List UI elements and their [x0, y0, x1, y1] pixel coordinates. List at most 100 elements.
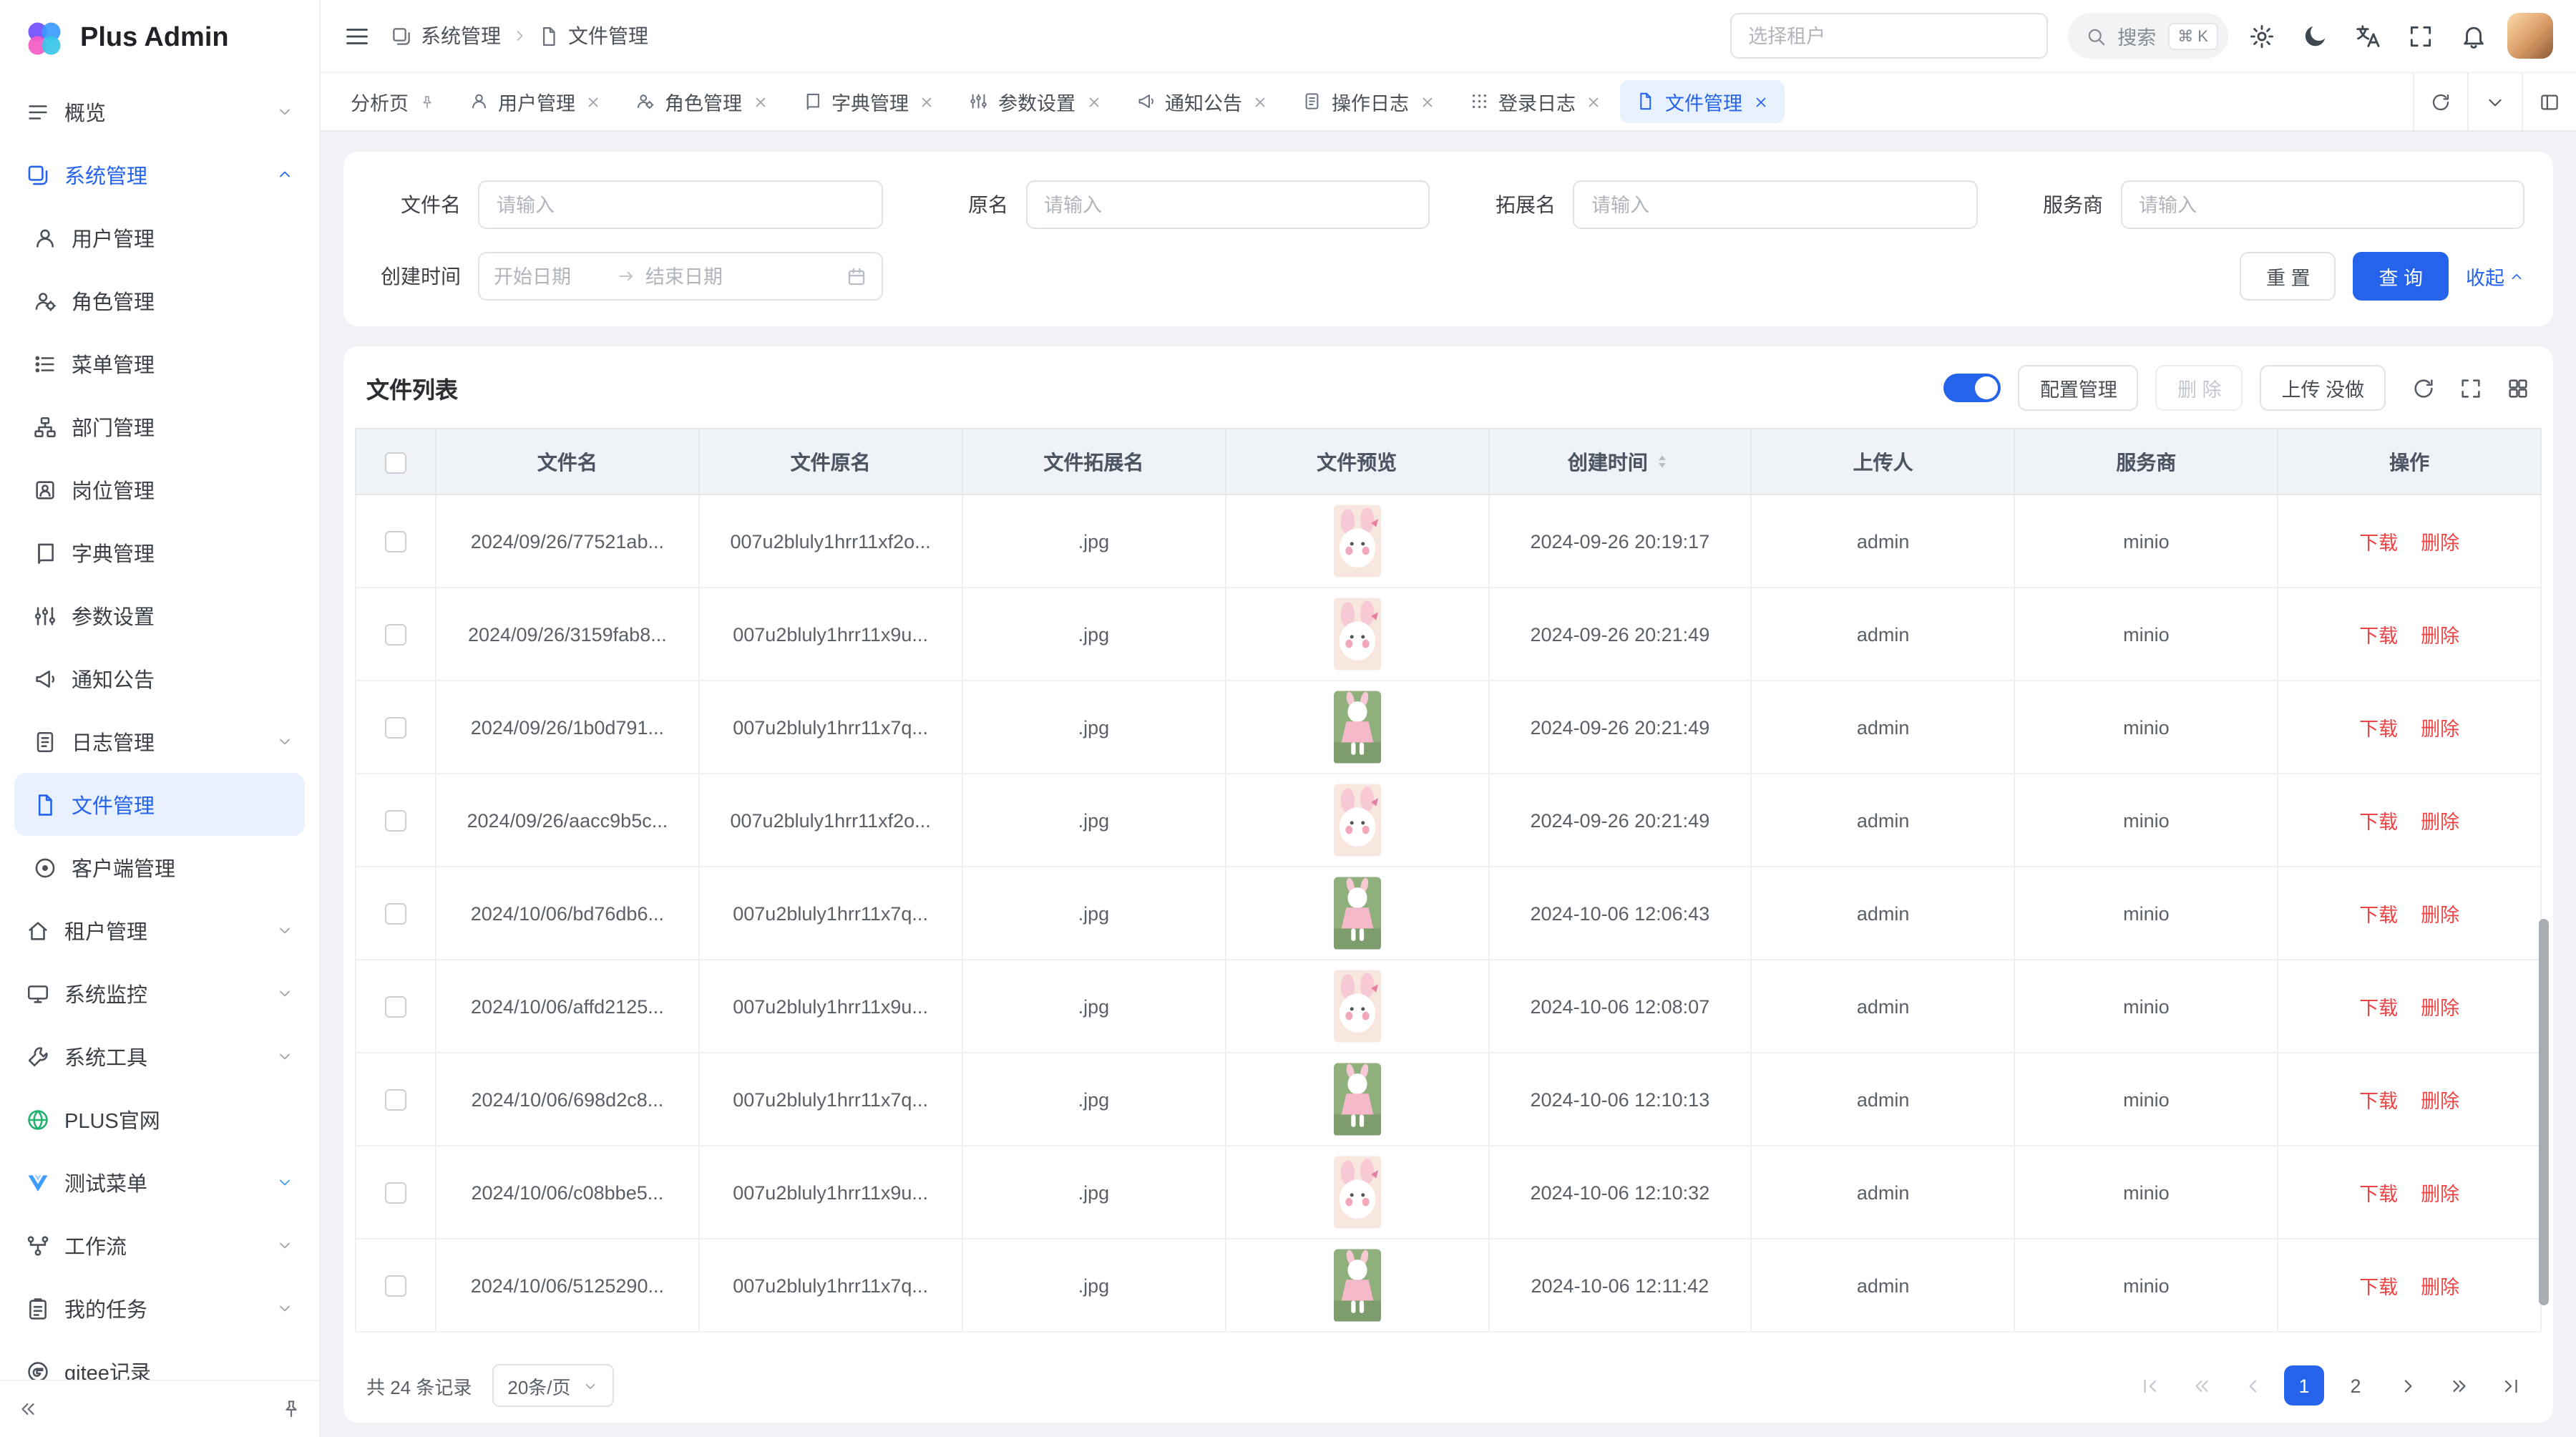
delete-link[interactable]: 删除	[2421, 625, 2459, 647]
sort-icon[interactable]	[1654, 450, 1672, 472]
close-tab-icon[interactable]	[919, 94, 935, 109]
sidebar-item-system[interactable]: 系统管理	[14, 143, 305, 206]
delete-link[interactable]: 删除	[2421, 1184, 2459, 1205]
sidebar-item-menu-management[interactable]: 菜单管理	[14, 332, 305, 395]
delete-link[interactable]: 删除	[2421, 998, 2459, 1019]
sidebar-item-gitee-log[interactable]: gitee记录	[14, 1340, 305, 1380]
start-date-input[interactable]	[494, 266, 608, 287]
sidebar-item-client-management[interactable]: 客户端管理	[14, 836, 305, 899]
delete-button[interactable]: 删 除	[2156, 365, 2243, 411]
end-date-input[interactable]	[645, 266, 760, 287]
download-link[interactable]: 下载	[2359, 532, 2398, 554]
file-preview-thumbnail[interactable]	[1333, 597, 1380, 671]
download-link[interactable]: 下载	[2359, 1091, 2398, 1112]
page-size-select[interactable]: 20条/页	[492, 1364, 613, 1407]
sidebar-item-system-monitor[interactable]: 系统监控	[14, 962, 305, 1025]
file-preview-thumbnail[interactable]	[1333, 1062, 1380, 1136]
prev-group-button[interactable]	[2181, 1365, 2221, 1406]
sidebar-item-log-management[interactable]: 日志管理	[14, 710, 305, 773]
close-tab-icon[interactable]	[1586, 94, 1601, 109]
sidebar-item-param-settings[interactable]: 参数设置	[14, 584, 305, 647]
tab-file-management[interactable]: 文件管理	[1620, 80, 1784, 123]
grid-icon[interactable]	[2506, 376, 2530, 400]
config-management-button[interactable]: 配置管理	[2019, 365, 2139, 411]
row-checkbox[interactable]	[385, 624, 406, 646]
sidebar-item-user-management[interactable]: 用户管理	[14, 206, 305, 269]
fullscreen-icon[interactable]	[2407, 22, 2434, 49]
refresh-icon[interactable]	[2411, 376, 2436, 400]
sidebar-item-notice[interactable]: 通知公告	[14, 647, 305, 710]
date-range-picker[interactable]	[478, 252, 882, 301]
tabbar-op[interactable]	[2522, 73, 2576, 130]
row-checkbox[interactable]	[385, 996, 406, 1018]
avatar[interactable]	[2507, 13, 2553, 59]
close-tab-icon[interactable]	[752, 94, 768, 109]
prev-page-button[interactable]	[2233, 1365, 2273, 1406]
delete-link[interactable]: 删除	[2421, 1091, 2459, 1112]
global-search-button[interactable]: 搜索 ⌘ K	[2067, 13, 2228, 59]
row-checkbox[interactable]	[385, 531, 406, 552]
search-button[interactable]: 查 询	[2353, 252, 2449, 301]
delete-link[interactable]: 删除	[2421, 532, 2459, 554]
file-preview-thumbnail[interactable]	[1333, 876, 1380, 950]
tab-analysis[interactable]: 分析页	[335, 80, 450, 123]
delete-link[interactable]: 删除	[2421, 1277, 2459, 1298]
translate-icon[interactable]	[2354, 22, 2381, 49]
row-checkbox[interactable]	[385, 1182, 406, 1204]
file-preview-thumbnail[interactable]	[1333, 504, 1380, 578]
sidebar-item-dept-management[interactable]: 部门管理	[14, 395, 305, 458]
file-preview-thumbnail[interactable]	[1333, 690, 1380, 764]
first-page-button[interactable]	[2129, 1365, 2170, 1406]
close-tab-icon[interactable]	[1085, 94, 1101, 109]
download-link[interactable]: 下载	[2359, 812, 2398, 833]
original-name-input[interactable]	[1025, 180, 1430, 229]
bell-icon[interactable]	[2460, 22, 2487, 49]
breadcrumb-item[interactable]: 文件管理	[538, 21, 648, 50]
close-tab-icon[interactable]	[1752, 94, 1768, 109]
sidebar-item-role-management[interactable]: 角色管理	[14, 269, 305, 332]
next-page-button[interactable]	[2387, 1365, 2427, 1406]
download-link[interactable]: 下载	[2359, 905, 2398, 926]
sidebar-item-file-management[interactable]: 文件管理	[14, 773, 305, 836]
download-link[interactable]: 下载	[2359, 1277, 2398, 1298]
pin-sidebar-icon[interactable]	[280, 1398, 302, 1420]
collapse-filters-link[interactable]: 收起	[2466, 262, 2524, 291]
tabbar-op[interactable]	[2413, 73, 2467, 130]
column-header[interactable]: 创建时间	[1488, 429, 1752, 495]
close-tab-icon[interactable]	[1252, 94, 1268, 109]
file-name-input[interactable]	[478, 180, 882, 229]
table-scrollbar[interactable]	[2539, 919, 2549, 1305]
fullscreen-icon[interactable]	[2459, 376, 2483, 400]
sidebar-item-tenant-management[interactable]: 租户管理	[14, 899, 305, 962]
file-preview-thumbnail[interactable]	[1333, 1155, 1380, 1229]
file-preview-thumbnail[interactable]	[1333, 1248, 1380, 1322]
sidebar-item-test-menu[interactable]: 测试菜单	[14, 1151, 305, 1214]
breadcrumb-item[interactable]: 系统管理	[391, 21, 501, 50]
extension-input[interactable]	[1573, 180, 1977, 229]
page-button-2[interactable]: 2	[2336, 1365, 2376, 1406]
page-button-1[interactable]: 1	[2284, 1365, 2324, 1406]
upload-button[interactable]: 上传 没做	[2260, 365, 2386, 411]
row-checkbox[interactable]	[385, 717, 406, 739]
pin-icon[interactable]	[419, 94, 434, 109]
download-link[interactable]: 下载	[2359, 1184, 2398, 1205]
sidebar-item-system-tools[interactable]: 系统工具	[14, 1025, 305, 1088]
app-logo[interactable]: Plus Admin	[0, 0, 319, 77]
tab-operation-log[interactable]: 操作日志	[1287, 80, 1450, 123]
sidebar-item-workflow[interactable]: 工作流	[14, 1214, 305, 1277]
tabbar-op[interactable]	[2467, 73, 2522, 130]
close-tab-icon[interactable]	[585, 94, 601, 109]
tab-login-log[interactable]: 登录日志	[1453, 80, 1617, 123]
row-checkbox[interactable]	[385, 903, 406, 925]
delete-link[interactable]: 删除	[2421, 812, 2459, 833]
sidebar-item-plus-website[interactable]: PLUS官网	[14, 1088, 305, 1151]
tenant-select-input[interactable]	[1729, 13, 2047, 59]
delete-link[interactable]: 删除	[2421, 905, 2459, 926]
tab-user-management[interactable]: 用户管理	[453, 80, 617, 123]
download-link[interactable]: 下载	[2359, 998, 2398, 1019]
sidebar-item-post-management[interactable]: 岗位管理	[14, 458, 305, 521]
tab-param-settings[interactable]: 参数设置	[953, 80, 1117, 123]
hamburger-icon[interactable]	[343, 22, 371, 49]
gear-icon[interactable]	[2248, 22, 2275, 49]
download-link[interactable]: 下载	[2359, 625, 2398, 647]
